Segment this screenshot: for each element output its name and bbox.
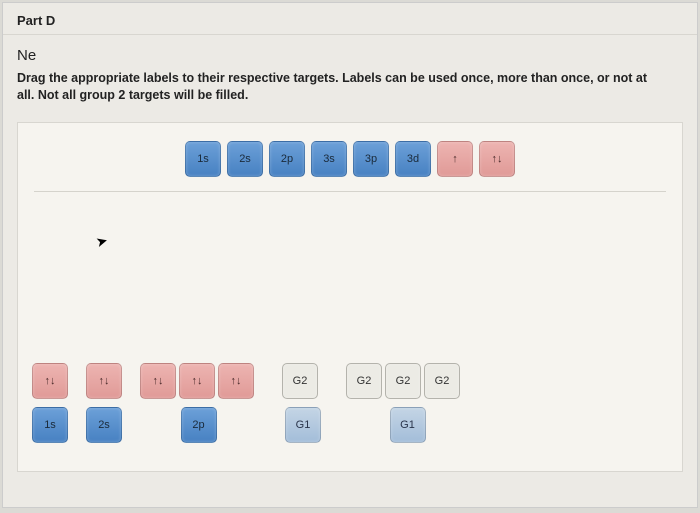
orbital-label-3p[interactable]: 3p: [353, 141, 389, 177]
orbital-label-1s[interactable]: 1s: [185, 141, 221, 177]
drop-g2-a-1[interactable]: G2: [282, 363, 318, 399]
drag-workspace: 1s 2s 2p 3s 3p 3d ↑ ↑↓ ➤ ↑↓ ↑↓: [17, 122, 683, 472]
drop-2p-spin-3[interactable]: ↑↓: [218, 363, 254, 399]
orbital-label-3s[interactable]: 3s: [311, 141, 347, 177]
part-title: Part D: [17, 13, 683, 28]
drop-g2-b-1[interactable]: G2: [346, 363, 382, 399]
drop-g2-b-2[interactable]: G2: [385, 363, 421, 399]
orbital-label-3d[interactable]: 3d: [395, 141, 431, 177]
cursor-icon: ➤: [94, 232, 110, 251]
element-symbol: Ne: [17, 47, 683, 64]
instructions-text: Drag the appropriate labels to their res…: [17, 70, 657, 104]
target-g1-a[interactable]: G1: [285, 407, 321, 443]
drop-1s-spin[interactable]: ↑↓: [32, 363, 68, 399]
orbital-label-2p[interactable]: 2p: [269, 141, 305, 177]
drop-2p-spin-2[interactable]: ↑↓: [179, 363, 215, 399]
part-header: Part D: [3, 3, 697, 35]
drop-g2-b-3[interactable]: G2: [424, 363, 460, 399]
question-panel: Part D Ne Drag the appropriate labels to…: [2, 2, 698, 508]
question-body: Ne Drag the appropriate labels to their …: [3, 35, 697, 114]
target-label-2s[interactable]: 2s: [86, 407, 122, 443]
label-palette: 1s 2s 2p 3s 3p 3d ↑ ↑↓: [24, 141, 676, 177]
drop-2s-spin[interactable]: ↑↓: [86, 363, 122, 399]
target-g1-b[interactable]: G1: [390, 407, 426, 443]
target-area: ↑↓ ↑↓ ↑↓ ↑↓ ↑↓ G2: [18, 363, 682, 443]
palette-divider: [34, 191, 666, 192]
drop-2p-spin-1[interactable]: ↑↓: [140, 363, 176, 399]
target-label-1s[interactable]: 1s: [32, 407, 68, 443]
orbital-label-2s[interactable]: 2s: [227, 141, 263, 177]
spin-label-updown[interactable]: ↑↓: [479, 141, 515, 177]
target-label-2p[interactable]: 2p: [181, 407, 217, 443]
spin-label-up[interactable]: ↑: [437, 141, 473, 177]
